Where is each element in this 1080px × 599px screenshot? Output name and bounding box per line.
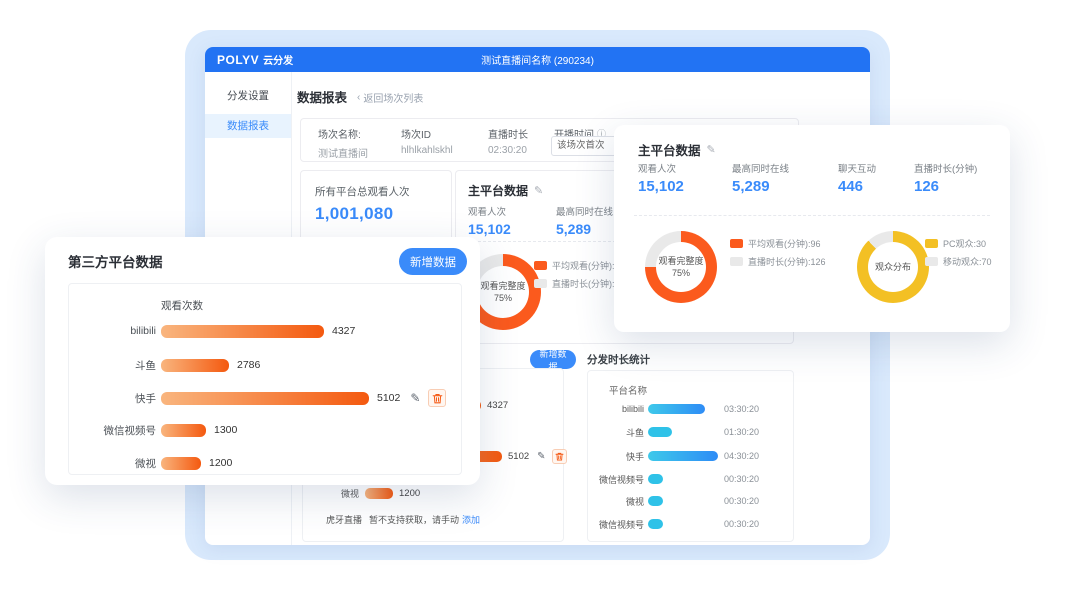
bar-row: 微信视频号 1300 [86,423,455,437]
main-platform-title: 主平台数据 [468,182,528,199]
logo-suffix: 云分发 [263,52,293,67]
donut-center-label: 观看完整度 [480,280,525,292]
bar [648,519,663,529]
views-chart-title: 观看次数 [161,298,203,313]
bar-row: 微信视频号 00:30:20 [594,473,789,485]
stat-peak-online: 最高同时在线 5,289 [732,161,789,195]
legend-swatch-gray [730,257,743,266]
main-platform-title: 主平台数据 [638,140,701,159]
legend-swatch-orange [534,261,547,270]
huya-note: 虎牙直播 暂不支持获取，请手动 添加 [315,513,480,526]
legend-swatch-yellow [925,239,938,248]
session-name-label: 场次名称: [318,126,368,141]
sidebar-item-data-report[interactable]: 数据报表 [205,114,291,138]
stat-chat-interaction: 聊天互动 446 [838,161,876,195]
session-id-label: 场次ID [401,126,453,141]
page-title: 数据报表 [297,87,347,106]
main-platform-floating-card: 主平台数据 ✎ 观看人次 15,102 最高同时在线 5,289 聊天互动 44… [614,125,1010,332]
duration-chart-panel: 平台名称 bilibili 03:30:20 斗鱼 01:30:20 快手 04… [587,370,794,542]
live-duration-value: 02:30:20 [488,145,528,156]
live-duration-label: 直播时长 [488,126,528,141]
audience-legend: PC观众:30 移动观众:70 [925,237,992,273]
donut-center-value: 75% [672,267,690,279]
add-data-button[interactable]: 新增数据 [399,248,467,275]
bar-row: bilibili 03:30:20 [594,403,789,415]
bar-row: 微视 1200 [311,487,559,499]
completion-legend: 平均观看(分钟):96 直播时长(分钟):126 [730,237,826,273]
bar [648,427,672,437]
edit-icon[interactable]: ✎ [534,184,543,197]
back-link-label: 返回场次列表 [363,90,423,105]
completion-donut-chart: 观看完整度 75% [645,231,717,303]
bar-row: bilibili 4327 [86,324,455,338]
stat-views: 观看人次 15,102 [468,204,511,237]
bar [648,474,663,484]
divider [634,215,990,216]
add-manually-link[interactable]: 添加 [462,513,480,526]
screenshot-canvas: POLYV 云分发 测试直播间名称 (290234) 分发设置 数据报表 数据报… [0,0,1080,599]
sidebar-item-distribution-settings[interactable]: 分发设置 [205,84,291,108]
bar [648,404,705,414]
bar-row: 快手 5102 ✎ [86,391,455,405]
legend-swatch-gray [925,257,938,266]
bar-row: 微信视频号 00:30:20 [594,518,789,530]
total-views-value: 1,001,080 [315,204,393,224]
bar [161,325,324,338]
donut-center-value: 75% [494,292,512,304]
bar [648,451,718,461]
legend-swatch-gray [534,279,547,288]
third-party-data-card: 第三方平台数据 新增数据 观看次数 bilibili 4327 斗鱼 2786 … [45,237,480,485]
bar-row: 快手 04:30:20 [594,450,789,462]
edit-icon[interactable]: ✎ [410,391,420,405]
stat-live-duration: 直播时长(分钟) 126 [914,161,977,195]
session-id-field: 场次ID hlhlkahlskhl [401,126,453,156]
bar-row: 微视 00:30:20 [594,495,789,507]
duration-section-title: 分发时长统计 [587,352,650,367]
platform-name-header: 平台名称 [609,383,647,397]
views-chart-panel: 观看次数 bilibili 4327 斗鱼 2786 快手 5102 ✎ [68,283,462,475]
add-data-button[interactable]: 新增数据 [530,350,576,369]
session-id-value: hlhlkahlskhl [401,145,453,156]
live-duration-field: 直播时长 02:30:20 [488,126,528,156]
session-name-value: 测试直播间 [318,145,368,160]
huya-note-text: 暂不支持获取，请手动 [369,513,459,526]
chevron-left-icon: ‹ [357,92,360,103]
window-title: 测试直播间名称 (290234) [205,52,870,67]
bar [365,488,393,499]
bar [161,392,369,405]
start-time-select[interactable]: 该场次首次 [551,136,623,156]
back-to-session-list-link[interactable]: ‹ 返回场次列表 [357,90,423,105]
stat-views: 观看人次 15,102 [638,161,684,195]
titlebar: POLYV 云分发 测试直播间名称 (290234) [205,47,870,72]
donut-center-label: 观众分布 [875,261,911,273]
third-party-title: 第三方平台数据 [68,251,163,271]
delete-icon[interactable] [552,449,567,464]
total-views-label: 所有平台总观看人次 [315,184,410,199]
donut-center-label: 观看完整度 [658,255,703,267]
huya-platform-label: 虎牙直播 [315,513,362,526]
logo-text: POLYV [217,53,259,67]
audience-donut-chart: 观众分布 [857,231,929,303]
stat-peak-online: 最高同时在线 5,289 [556,204,613,237]
bar-row: 斗鱼 2786 [86,358,455,372]
app-logo: POLYV 云分发 [217,52,293,67]
bar [161,424,206,437]
session-name-field: 场次名称: 测试直播间 [318,126,368,160]
bar [161,359,229,372]
edit-icon[interactable]: ✎ [537,451,545,462]
bar [648,496,663,506]
delete-icon[interactable] [428,389,446,407]
edit-icon[interactable]: ✎ [707,143,716,156]
bar [161,457,201,470]
bar-row: 微视 1200 [86,456,455,470]
legend-swatch-orange [730,239,743,248]
bar-row: 斗鱼 01:30:20 [594,426,789,438]
